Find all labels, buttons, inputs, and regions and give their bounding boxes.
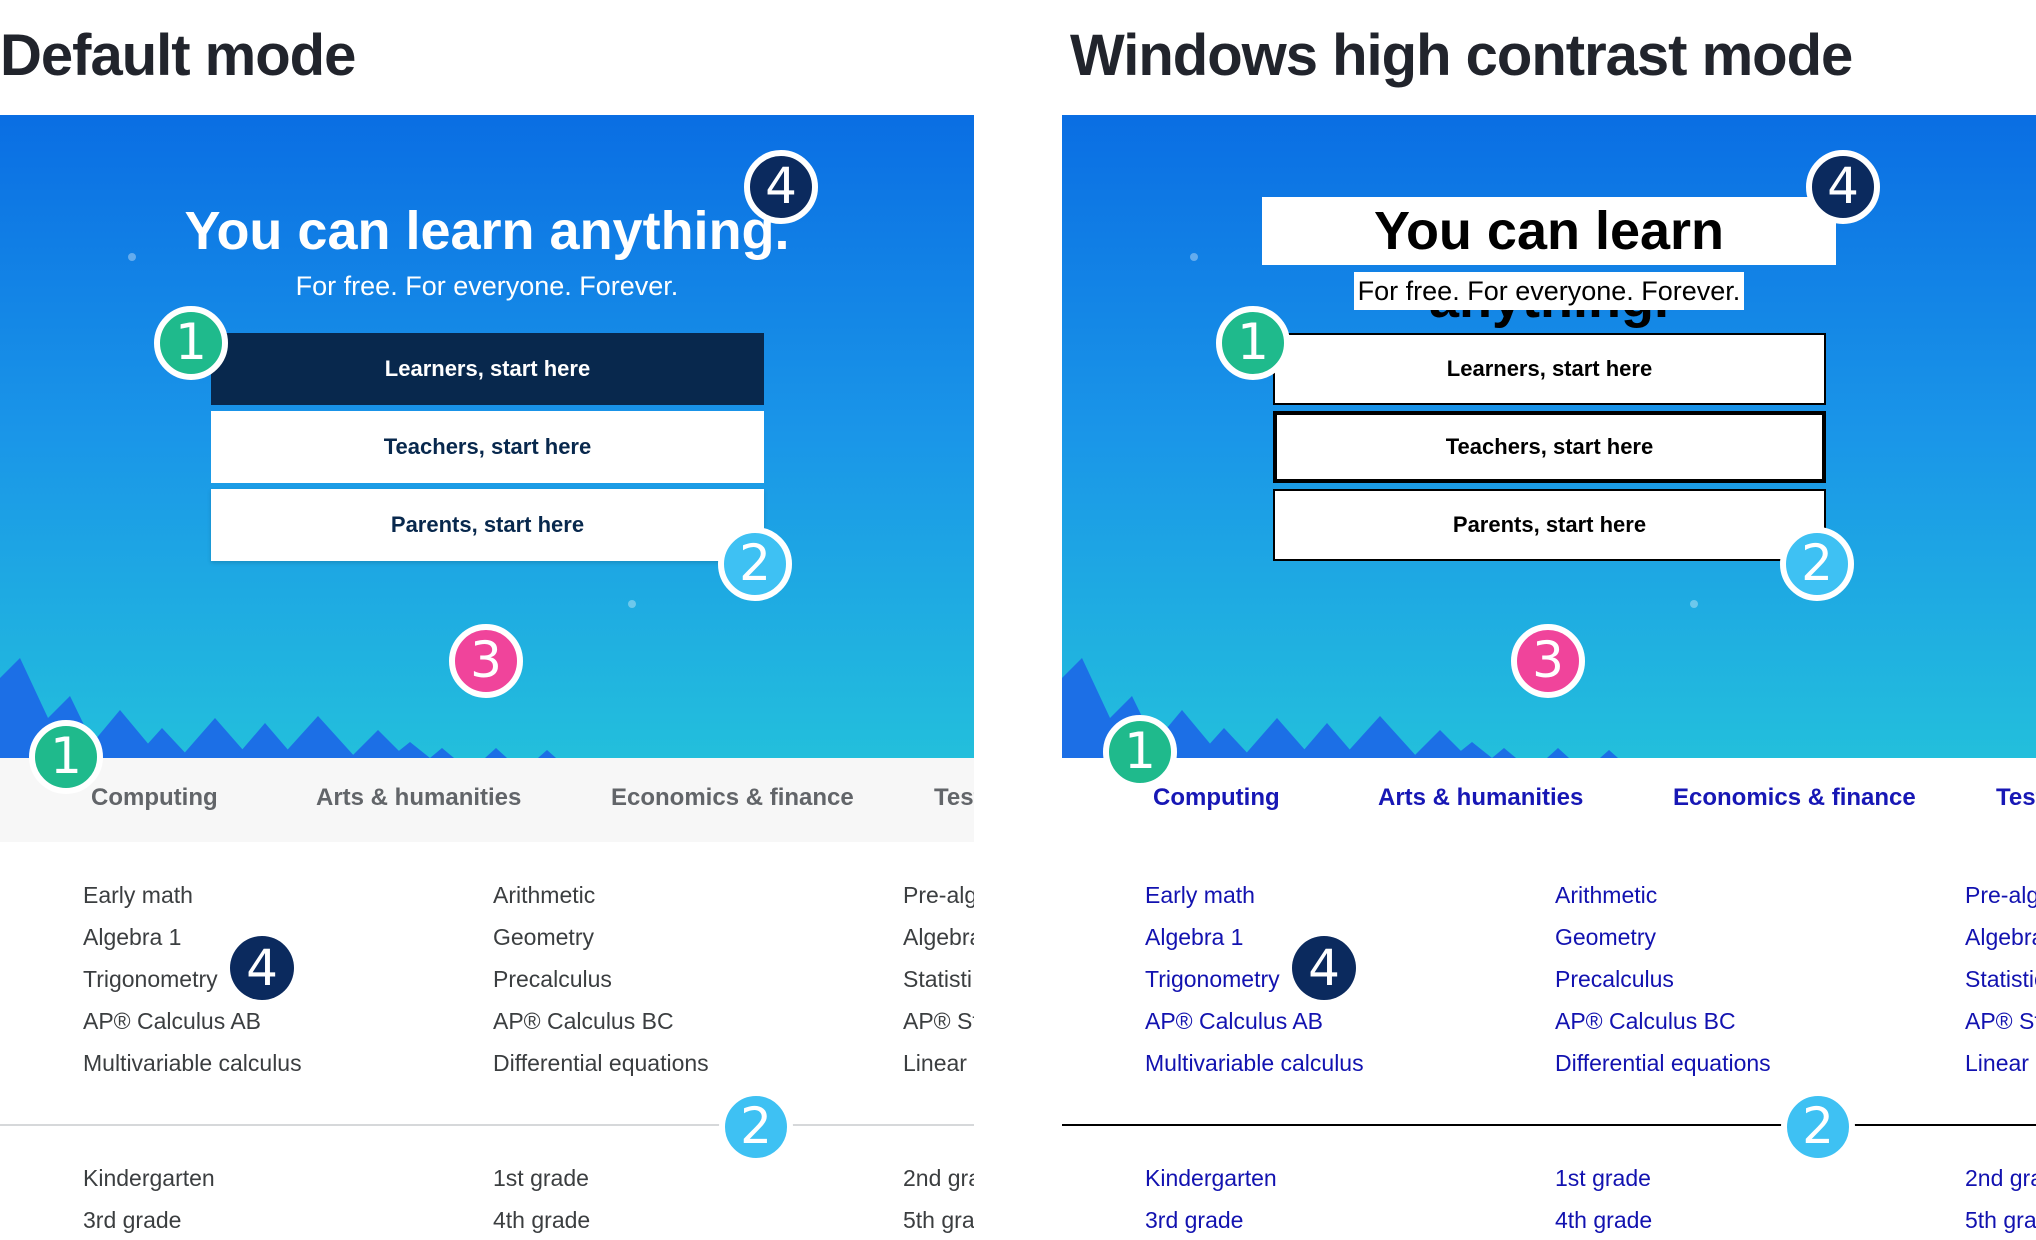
star-dot — [628, 600, 636, 608]
subject-tab-arts-humanities[interactable]: Arts & humanities — [316, 784, 521, 812]
parents-start-button[interactable]: Parents, start here — [1273, 489, 1826, 561]
learners-start-button[interactable]: Learners, start here — [211, 333, 764, 405]
course-link[interactable]: Precalculus — [1555, 958, 1771, 1000]
grade-list-column: 2nd gra 5th gra — [1965, 1157, 2036, 1240]
course-link[interactable]: Differential equations — [493, 1042, 709, 1084]
course-list-column: Arithmetic Geometry Precalculus AP® Calc… — [1555, 874, 1771, 1084]
course-link[interactable]: AP® Calculus BC — [493, 1000, 709, 1042]
course-link[interactable]: Statistic — [1965, 958, 2036, 1000]
course-link[interactable]: AP® St — [903, 1000, 974, 1042]
course-link[interactable]: Algebra — [903, 916, 974, 958]
annotation-badge-2: 2 — [1781, 1090, 1855, 1164]
grade-list-column: 1st grade 4th grade — [1555, 1157, 1652, 1240]
annotation-badge-1: 1 — [1103, 715, 1177, 789]
course-link[interactable]: Pre-alg — [903, 874, 974, 916]
subject-nav: Computing Arts & humanities Economics & … — [1062, 758, 2036, 842]
grade-link[interactable]: 5th gra — [903, 1199, 974, 1240]
annotation-badge-3: 3 — [1511, 624, 1585, 698]
subject-tab-test-prep[interactable]: Test — [1996, 784, 2036, 812]
grade-link[interactable]: 3rd grade — [1145, 1199, 1277, 1240]
course-link[interactable]: Statisti — [903, 958, 974, 1000]
grade-link[interactable]: Kindergarten — [83, 1157, 215, 1199]
annotation-badge-4: 4 — [1292, 936, 1356, 1000]
course-link[interactable]: Early math — [83, 874, 302, 916]
annotation-badge-4: 4 — [1806, 150, 1880, 224]
subject-tab-computing[interactable]: Computing — [91, 784, 218, 812]
course-link[interactable]: Multivariable calculus — [1145, 1042, 1364, 1084]
course-link[interactable]: Early math — [1145, 874, 1364, 916]
course-link[interactable]: Multivariable calculus — [83, 1042, 302, 1084]
subject-tab-arts-humanities[interactable]: Arts & humanities — [1378, 784, 1583, 812]
high-contrast-mode-panel: Windows high contrast mode You can learn… — [1062, 0, 2036, 1240]
default-mode-panel: Default mode You can learn anything. For… — [0, 0, 974, 1240]
grade-link[interactable]: 4th grade — [1555, 1199, 1652, 1240]
grade-list-column: Kindergarten 3rd grade — [83, 1157, 215, 1240]
subject-tab-economics-finance[interactable]: Economics & finance — [1673, 784, 1916, 812]
course-link[interactable]: Linear a — [1965, 1042, 2036, 1084]
star-dot — [1690, 600, 1698, 608]
star-dot — [1190, 253, 1198, 261]
course-link[interactable]: AP® St — [1965, 1000, 2036, 1042]
grade-link[interactable]: 1st grade — [493, 1157, 590, 1199]
teachers-start-button[interactable]: Teachers, start here — [211, 411, 764, 483]
course-link[interactable]: Algebra — [1965, 916, 2036, 958]
course-link[interactable]: Linear a — [903, 1042, 974, 1084]
annotation-badge-2: 2 — [718, 527, 792, 601]
grade-link[interactable]: 3rd grade — [83, 1199, 215, 1240]
course-link[interactable]: Geometry — [493, 916, 709, 958]
grade-list-column: 1st grade 4th grade — [493, 1157, 590, 1240]
hero-headline: You can learn anything. — [184, 201, 790, 261]
course-link[interactable]: AP® Calculus AB — [83, 1000, 302, 1042]
section-divider — [1062, 1124, 2036, 1126]
hero-headline: You can learn anything. — [1262, 197, 1836, 329]
annotation-badge-3: 3 — [449, 624, 523, 698]
course-link[interactable]: Pre-alg — [1965, 874, 2036, 916]
course-link[interactable]: Precalculus — [493, 958, 709, 1000]
course-link[interactable]: AP® Calculus BC — [1555, 1000, 1771, 1042]
annotation-badge-4: 4 — [230, 936, 294, 1000]
annotation-badge-4: 4 — [744, 150, 818, 224]
parents-start-button[interactable]: Parents, start here — [211, 489, 764, 561]
panel-title: Default mode — [0, 23, 356, 88]
course-link[interactable]: Differential equations — [1555, 1042, 1771, 1084]
grade-link[interactable]: 2nd gra — [1965, 1157, 2036, 1199]
course-list-column: Pre-alg Algebra Statisti AP® St Linear a — [903, 874, 974, 1084]
grade-list-column: 2nd gra 5th gra — [903, 1157, 974, 1240]
course-list-column: Pre-alg Algebra Statistic AP® St Linear … — [1965, 874, 2036, 1084]
subject-tab-computing[interactable]: Computing — [1153, 784, 1280, 812]
course-link[interactable]: Geometry — [1555, 916, 1771, 958]
annotation-badge-1: 1 — [154, 306, 228, 380]
grade-link[interactable]: 4th grade — [493, 1199, 590, 1240]
annotation-badge-1: 1 — [1216, 306, 1290, 380]
annotation-badge-2: 2 — [719, 1090, 793, 1164]
teachers-start-button[interactable]: Teachers, start here — [1273, 411, 1826, 483]
section-divider — [0, 1124, 974, 1126]
subject-tab-test-prep[interactable]: Test — [934, 784, 974, 812]
course-link[interactable]: Arithmetic — [1555, 874, 1771, 916]
hero-subheadline: For free. For everyone. Forever. — [295, 271, 679, 301]
annotation-badge-2: 2 — [1780, 527, 1854, 601]
grade-link[interactable]: Kindergarten — [1145, 1157, 1277, 1199]
grade-link[interactable]: 1st grade — [1555, 1157, 1652, 1199]
panel-title: Windows high contrast mode — [1070, 23, 1853, 88]
subject-tab-economics-finance[interactable]: Economics & finance — [611, 784, 854, 812]
subject-nav: Computing Arts & humanities Economics & … — [0, 758, 974, 842]
annotation-badge-1: 1 — [29, 720, 103, 794]
grade-list-column: Kindergarten 3rd grade — [1145, 1157, 1277, 1240]
course-link[interactable]: Arithmetic — [493, 874, 709, 916]
learners-start-button[interactable]: Learners, start here — [1273, 333, 1826, 405]
hero-subheadline: For free. For everyone. Forever. — [1354, 272, 1744, 310]
course-list-column: Arithmetic Geometry Precalculus AP® Calc… — [493, 874, 709, 1084]
grade-link[interactable]: 2nd gra — [903, 1157, 974, 1199]
grade-link[interactable]: 5th gra — [1965, 1199, 2036, 1240]
course-link[interactable]: AP® Calculus AB — [1145, 1000, 1364, 1042]
